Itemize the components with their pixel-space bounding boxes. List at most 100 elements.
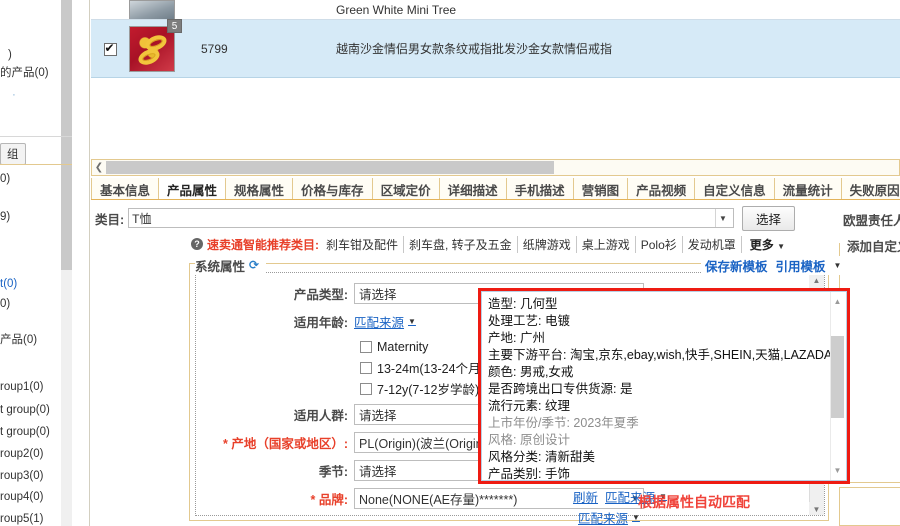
chevron-down-icon: ▼ xyxy=(632,513,640,522)
app-root: ) 的产品(0) · 组 0) 9) t(0) 0) 产品(0) roup1(0… xyxy=(0,0,900,526)
chevron-down-icon[interactable]: ▼ xyxy=(834,261,842,270)
attribute-preview-panel[interactable]: 造型: 几何型 处理工艺: 电镀 产地: 广州 主要下游平台: 淘宝,京东,eb… xyxy=(478,288,850,484)
chevron-left-icon[interactable]: ❮ xyxy=(92,162,106,173)
tab-failure-reason[interactable]: 失败原因 xyxy=(841,178,900,199)
refresh-link[interactable]: 刷新 xyxy=(573,487,598,506)
list-item: 是否跨境出口专供货源: 是 xyxy=(488,382,633,396)
product-list: Green White Mini Tree 5 5799 越南沙 xyxy=(91,0,900,152)
tab-spec-attributes[interactable]: 规格属性 xyxy=(226,178,294,199)
preview-footer-links-2: 匹配来源 ▼ xyxy=(578,508,640,526)
tab-basic-info[interactable]: 基本信息 xyxy=(91,178,160,199)
tab-custom-info[interactable]: 自定义信息 xyxy=(695,178,775,199)
chevron-down-icon[interactable]: ▼ xyxy=(714,209,730,227)
chevron-down-icon[interactable]: ▼ xyxy=(809,502,824,515)
sidebar-item-label: roup3(0) xyxy=(0,470,44,482)
sidebar-item-11[interactable]: t group(0) xyxy=(0,425,50,440)
sidebar-item-15[interactable]: roup5(1) xyxy=(0,512,43,526)
select-category-button[interactable]: 选择 xyxy=(741,205,795,231)
list-item: 风格分类: 清新甜美 xyxy=(488,450,595,464)
list-item: 产地: 广州 xyxy=(488,331,545,345)
sidebar-item-13[interactable]: roup3(0) xyxy=(0,469,43,484)
form-label-text: 产地（国家或地区）: xyxy=(231,437,348,451)
table-row[interactable]: Green White Mini Tree xyxy=(91,0,900,20)
sidebar-scrollbar-thumb[interactable] xyxy=(61,0,72,270)
list-item: 风格: 原创设计 xyxy=(488,433,570,447)
list-item: 造型: 几何型 xyxy=(488,297,558,311)
sidebar-item-7[interactable]: 0) xyxy=(0,297,10,312)
tab-product-attributes[interactable]: 产品属性 xyxy=(159,178,227,199)
refresh-icon[interactable]: ⟳ xyxy=(249,259,262,272)
horizontal-scrollbar[interactable]: ❮ xyxy=(91,159,900,176)
category-label: 类目: xyxy=(95,212,125,227)
form-label: 产品类型: xyxy=(293,288,348,302)
form-label-text: 品牌: xyxy=(318,493,348,507)
sidebar-item-label: · xyxy=(12,89,16,101)
tab-price-stock[interactable]: 价格与库存 xyxy=(293,178,373,199)
sidebar-item-8[interactable]: 产品(0) xyxy=(0,333,37,348)
tab-label: 手机描述 xyxy=(514,183,565,198)
form-row-top-style: 上衣装型: 请选择 ▼ xyxy=(196,514,811,515)
sidebar-item-5[interactable]: 9) xyxy=(0,210,10,225)
image-count-badge: 5 xyxy=(167,18,182,33)
help-icon[interactable]: ? xyxy=(191,238,203,250)
match-source-link-age[interactable]: 匹配来源 ▼ xyxy=(354,312,416,331)
table-row-selected[interactable]: 5 5799 越南沙金情侣男女款条纹戒指批发沙金女款情侣戒指 xyxy=(91,18,900,78)
sidebar-item-10[interactable]: t group(0) xyxy=(0,403,50,418)
sidebar-item-label: 0) xyxy=(0,298,11,310)
tab-regional-pricing[interactable]: 区域定价 xyxy=(372,178,440,199)
custom-attribute-panel-bottom xyxy=(839,487,900,526)
sidebar-item-4[interactable]: 0) xyxy=(0,172,10,187)
checkbox[interactable] xyxy=(360,382,372,395)
sidebar-divider-2 xyxy=(0,164,72,165)
sidebar-group-button[interactable]: 组 xyxy=(0,143,26,165)
checkbox[interactable] xyxy=(360,340,372,353)
sidebar-item-1[interactable]: 的产品(0) xyxy=(0,66,49,81)
list-item: 流行元素: 纹理 xyxy=(488,399,570,413)
form-label: 适用人群: xyxy=(293,409,348,423)
sidebar-item-14[interactable]: roup4(0) xyxy=(0,490,43,505)
sidebar-item-9[interactable]: roup1(0) xyxy=(0,380,43,395)
preview-scrollbar[interactable]: ▲ ▼ xyxy=(830,292,846,480)
chevron-down-icon[interactable]: ▼ xyxy=(831,464,844,477)
product-title: Green White Mini Tree xyxy=(336,2,457,17)
category-combobox[interactable]: T恤 ▼ xyxy=(128,208,734,228)
match-source-link-footer-2[interactable]: 匹配来源 ▼ xyxy=(578,508,640,526)
recommend-item-0[interactable]: 刹车钳及配件 xyxy=(321,235,405,253)
recommend-item-2[interactable]: 纸牌游戏 xyxy=(518,235,577,253)
chevron-up-icon[interactable]: ▲ xyxy=(831,295,844,308)
sidebar-item-12[interactable]: roup2(0) xyxy=(0,447,43,462)
list-item: 上市年份/季节: 2023年夏季 xyxy=(488,416,639,430)
sidebar-divider xyxy=(0,136,72,137)
chevron-down-icon: ▼ xyxy=(777,241,786,251)
preview-scrollbar-thumb[interactable] xyxy=(831,336,844,418)
horizontal-scrollbar-thumb[interactable] xyxy=(106,161,554,174)
sidebar-divider-vertical xyxy=(89,0,90,526)
use-template-link[interactable]: 引用模板 xyxy=(776,256,826,275)
attribute-preview-list: 造型: 几何型 处理工艺: 电镀 产地: 广州 主要下游平台: 淘宝,京东,eb… xyxy=(482,292,846,480)
tab-mobile-description[interactable]: 手机描述 xyxy=(506,178,574,199)
tab-traffic-stats[interactable]: 流量统计 xyxy=(774,178,842,199)
tab-label: 失败原因 xyxy=(849,183,900,198)
sidebar-item-6[interactable]: t(0) xyxy=(0,277,17,292)
recommend-item-4[interactable]: Polo衫 xyxy=(636,235,683,253)
tab-product-video[interactable]: 产品视频 xyxy=(628,178,696,199)
tab-detail-description[interactable]: 详细描述 xyxy=(439,178,507,199)
product-thumbnail[interactable]: 5 xyxy=(129,18,182,72)
save-new-template-link[interactable]: 保存新模板 xyxy=(705,256,768,275)
form-label: * 品牌: xyxy=(196,489,354,508)
sidebar-item-0[interactable]: ) xyxy=(8,48,12,63)
sidebar-item-label: ) xyxy=(8,49,12,61)
checkbox-label: 7-12y(7-12岁学龄) xyxy=(377,383,480,397)
checkbox[interactable] xyxy=(360,361,372,374)
form-label: * 产地（国家或地区）: xyxy=(196,433,354,452)
recommend-item-1[interactable]: 刹车盘, 转子及五金 xyxy=(404,235,518,253)
sidebar-item-label: 9) xyxy=(0,211,11,223)
recommend-more-button[interactable]: 更多 ▼ xyxy=(750,236,785,253)
row-checkbox[interactable] xyxy=(103,41,117,56)
sidebar-item-2: · xyxy=(12,88,16,103)
sidebar-item-label: t(0) xyxy=(0,278,18,290)
recommend-item-3[interactable]: 桌上游戏 xyxy=(577,235,636,253)
recommend-item-5[interactable]: 发动机罩 xyxy=(683,235,742,253)
tab-marketing-image[interactable]: 营销图 xyxy=(573,178,629,199)
chevron-up-icon[interactable]: ▲ xyxy=(809,273,824,288)
